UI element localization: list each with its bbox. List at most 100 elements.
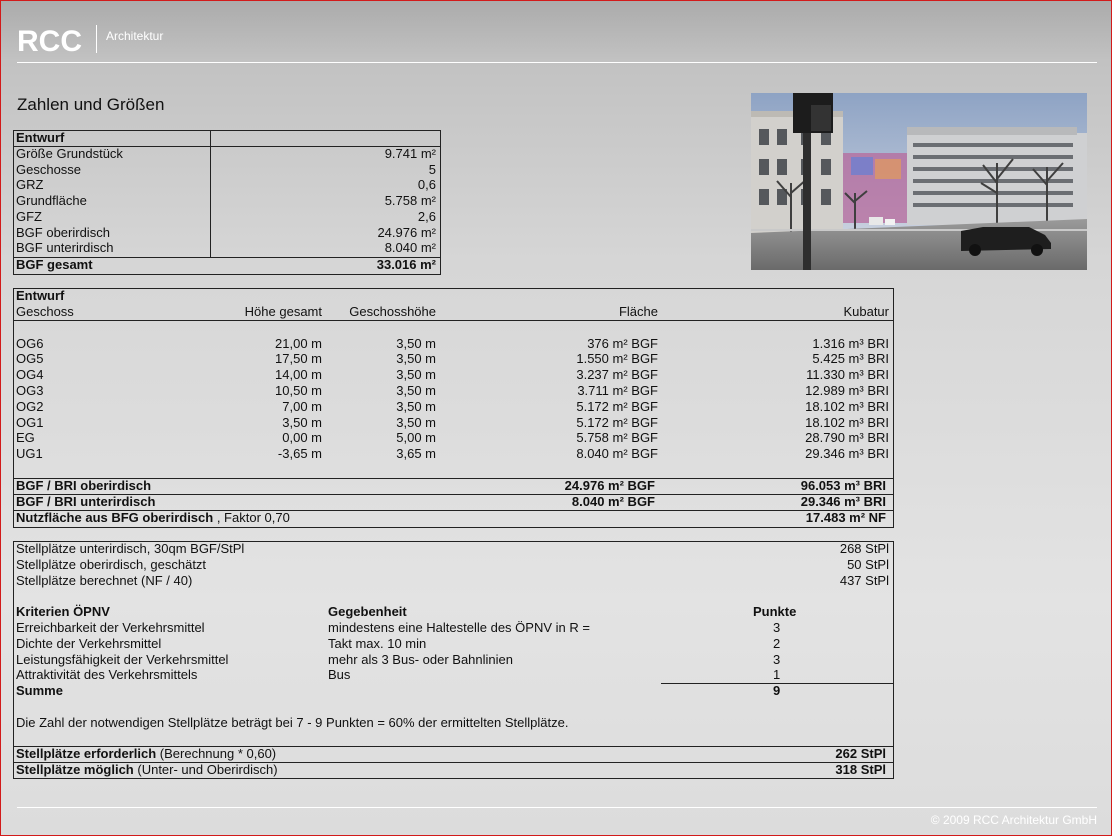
- parking-label: Stellplätze berechnet (NF / 40): [16, 573, 193, 588]
- summary-label: Grundfläche: [16, 193, 87, 208]
- floor-height: 10,50 m: [275, 383, 322, 398]
- summary-value: 5.758 m²: [384, 193, 436, 208]
- criterion-points: 3: [773, 652, 781, 667]
- summary-value: 0,6: [417, 177, 436, 192]
- usable-area-note: , Faktor 0,70: [216, 510, 290, 525]
- floor-area: 5.172 m² BGF: [576, 415, 658, 430]
- floor-volume: 18.102 m³ BRI: [805, 399, 889, 414]
- summary-label: Geschosse: [16, 162, 82, 177]
- criterion: Attraktivität des Verkehrsmittels: [16, 667, 198, 682]
- required-value: 262 StPl: [835, 746, 886, 761]
- criterion: Dichte der Verkehrsmittel: [16, 636, 162, 651]
- sum-below-label: BGF / BRI unterirdisch: [16, 494, 156, 509]
- floor-area: 8.040 m² BGF: [576, 446, 658, 461]
- summary-label: GRZ: [16, 177, 44, 192]
- possible-value: 318 StPl: [835, 762, 886, 777]
- floor-storey-height: 3,50 m: [396, 399, 436, 414]
- sum-below-area: 8.040 m² BGF: [571, 494, 655, 509]
- street-photo: [751, 93, 1087, 270]
- floors-title: Entwurf: [16, 288, 65, 303]
- criterion-fact: Takt max. 10 min: [328, 636, 427, 651]
- floor-volume: 18.102 m³ BRI: [805, 415, 889, 430]
- col-header-gegebenheit: Gegebenheit: [328, 604, 407, 619]
- sum-below-volume: 29.346 m³ BRI: [800, 494, 886, 509]
- col-header-geschosshoehe: Geschosshöhe: [349, 304, 436, 319]
- top-divider: [17, 62, 1097, 63]
- col-header-kriterien: Kriterien ÖPNV: [16, 604, 110, 619]
- page-title: Zahlen und Größen: [17, 95, 165, 114]
- floor-volume: 5.425 m³ BRI: [812, 351, 889, 366]
- parking-label: Stellplätze oberirdisch, geschätzt: [16, 557, 207, 572]
- criterion: Leistungsfähigkeit der Verkehrsmittel: [16, 652, 229, 667]
- floor-volume: 11.330 m³ BRI: [806, 367, 889, 382]
- col-header-flaeche: Fläche: [618, 304, 658, 319]
- possible-note: (Unter- und Oberirdisch): [137, 762, 278, 777]
- page: RCC Architektur Zahlen und Größen Entwur…: [0, 0, 1112, 836]
- col-header-hoehe: Höhe gesamt: [244, 304, 322, 319]
- floor-height: 3,50 m: [282, 415, 322, 430]
- required-note: (Berechnung * 0,60): [159, 746, 277, 761]
- criterion-points: 3: [773, 620, 781, 635]
- floor-storey-height: 3,50 m: [396, 336, 436, 351]
- floor-name: UG1: [16, 446, 43, 461]
- floors-header-line: [13, 320, 894, 321]
- floor-area: 5.758 m² BGF: [576, 430, 658, 445]
- parking-label: Stellplätze unterirdisch, 30qm BGF/StPl: [16, 541, 245, 556]
- floor-storey-height: 5,00 m: [396, 430, 436, 445]
- sum-above-area: 24.976 m² BGF: [564, 478, 655, 493]
- summary-label: BGF unterirdisch: [16, 240, 114, 255]
- floor-area: 376 m² BGF: [587, 336, 658, 351]
- summary-value: 9.741 m²: [384, 146, 436, 161]
- criterion-fact: Bus: [328, 667, 351, 682]
- col-header-geschoss: Geschoss: [16, 304, 74, 319]
- bottom-divider: [17, 807, 1097, 808]
- floor-height: 17,50 m: [275, 351, 322, 366]
- summe-value: 9: [773, 683, 781, 698]
- floor-height: 14,00 m: [275, 367, 322, 382]
- floor-volume: 29.346 m³ BRI: [805, 446, 889, 461]
- logo-subtitle: Architektur: [106, 29, 164, 43]
- floor-height: 0,00 m: [282, 430, 322, 445]
- required-row: Stellplätze erforderlich (Berechnung * 0…: [16, 746, 276, 762]
- usable-area-row: Nutzfläche aus BFG oberirdisch , Faktor …: [16, 510, 290, 526]
- floor-area: 3.711 m² BGF: [577, 383, 658, 398]
- sum-above-volume: 96.053 m³ BRI: [800, 478, 886, 493]
- copyright: © 2009 RCC Architektur GmbH: [930, 813, 1097, 827]
- floor-volume: 28.790 m³ BRI: [805, 430, 889, 445]
- possible-row: Stellplätze möglich (Unter- und Oberirdi…: [16, 762, 278, 778]
- floor-name: OG5: [16, 351, 44, 366]
- floor-name: OG4: [16, 367, 44, 382]
- floor-volume: 1.316 m³ BRI: [812, 336, 889, 351]
- parking-value: 437 StPl: [839, 573, 889, 588]
- sum-above-label: BGF / BRI oberirdisch: [16, 478, 152, 493]
- summary-value: 2,6: [417, 209, 436, 224]
- criterion-fact: mindestens eine Haltestelle des ÖPNV in …: [328, 620, 590, 635]
- floor-volume: 12.989 m³ BRI: [805, 383, 889, 398]
- floor-area: 5.172 m² BGF: [576, 399, 658, 414]
- criterion: Erreichbarkeit der Verkehrsmittel: [16, 620, 205, 635]
- criterion-fact: mehr als 3 Bus- oder Bahnlinien: [328, 652, 513, 667]
- summary-label: BGF oberirdisch: [16, 225, 110, 240]
- summary-label: Größe Grundstück: [16, 146, 123, 161]
- col-header-punkte: Punkte: [753, 604, 797, 619]
- required-label: Stellplätze erforderlich: [16, 746, 157, 761]
- summary-value: 24.976 m²: [377, 225, 436, 240]
- logo: RCC: [17, 25, 82, 58]
- summary-total-value: 33.016 m²: [376, 257, 436, 272]
- summe-label: Summe: [16, 683, 63, 698]
- floor-name: OG1: [16, 415, 44, 430]
- parking-value: 268 StPl: [839, 541, 889, 556]
- floor-area: 3.237 m² BGF: [576, 367, 658, 382]
- floor-name: EG: [16, 430, 35, 445]
- floor-name: OG3: [16, 383, 44, 398]
- floor-storey-height: 3,50 m: [396, 351, 436, 366]
- criterion-points: 2: [773, 636, 781, 651]
- floor-name: OG6: [16, 336, 44, 351]
- summary-value: 5: [428, 162, 436, 177]
- summary-table-divider: [210, 130, 211, 258]
- col-header-kubatur: Kubatur: [843, 304, 889, 319]
- floor-name: OG2: [16, 399, 44, 414]
- usable-area-label: Nutzfläche aus BFG oberirdisch: [16, 510, 214, 525]
- logo-divider: [96, 25, 97, 53]
- floor-storey-height: 3,65 m: [396, 446, 436, 461]
